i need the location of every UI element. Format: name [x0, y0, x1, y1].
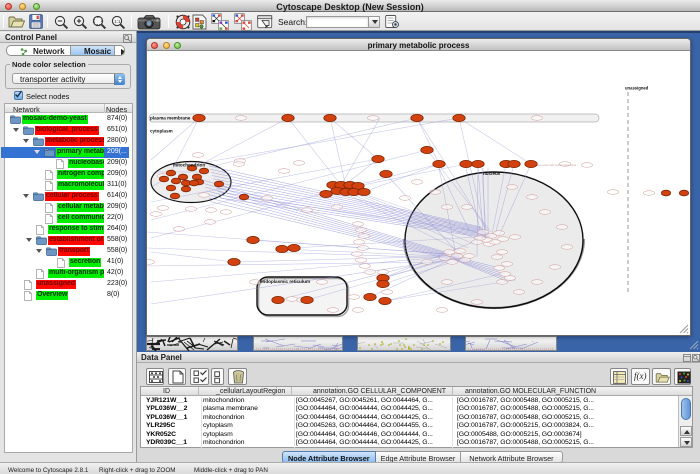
svg-text:nucleus: nucleus — [483, 171, 501, 176]
svg-text:plasma membrane: plasma membrane — [150, 116, 191, 121]
svg-text:1:1: 1:1 — [114, 19, 121, 24]
svg-text:xxx-xxxx GO xxxxx-xxxx xxxx: xxx-xxxx GO xxxxx-xxxx xxxx — [537, 163, 577, 167]
svg-text:cytoplasm: cytoplasm — [150, 129, 173, 134]
svg-text:endoplasmic reticulum: endoplasmic reticulum — [260, 279, 310, 284]
svg-text:mitochondrion: mitochondrion — [173, 163, 205, 168]
svg-text:unassigned: unassigned — [625, 86, 649, 91]
